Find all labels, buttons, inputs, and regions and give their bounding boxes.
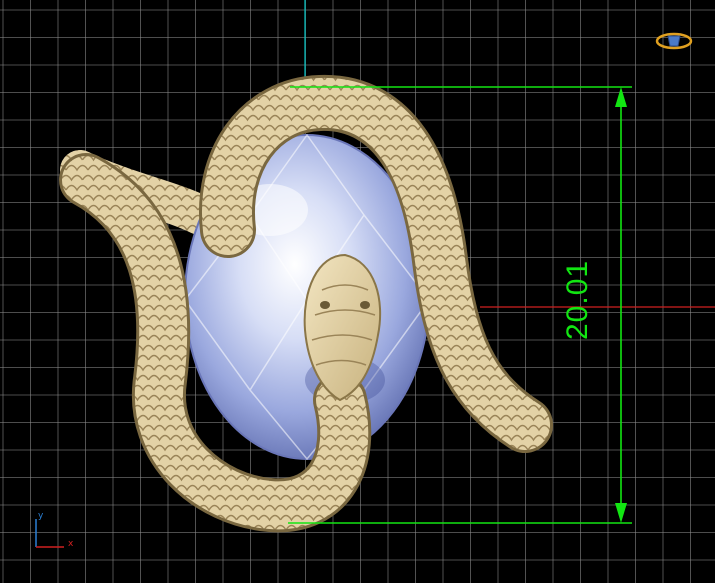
dimension-value: 20.01	[561, 259, 594, 340]
scene-canvas[interactable]	[0, 0, 715, 583]
3d-viewport[interactable]: 20.01 y x	[0, 0, 715, 583]
axis-x-label: x	[68, 539, 74, 549]
axis-triad	[35, 519, 64, 548]
view-cube-icon[interactable]	[654, 30, 694, 52]
axis-y-label: y	[38, 511, 44, 521]
